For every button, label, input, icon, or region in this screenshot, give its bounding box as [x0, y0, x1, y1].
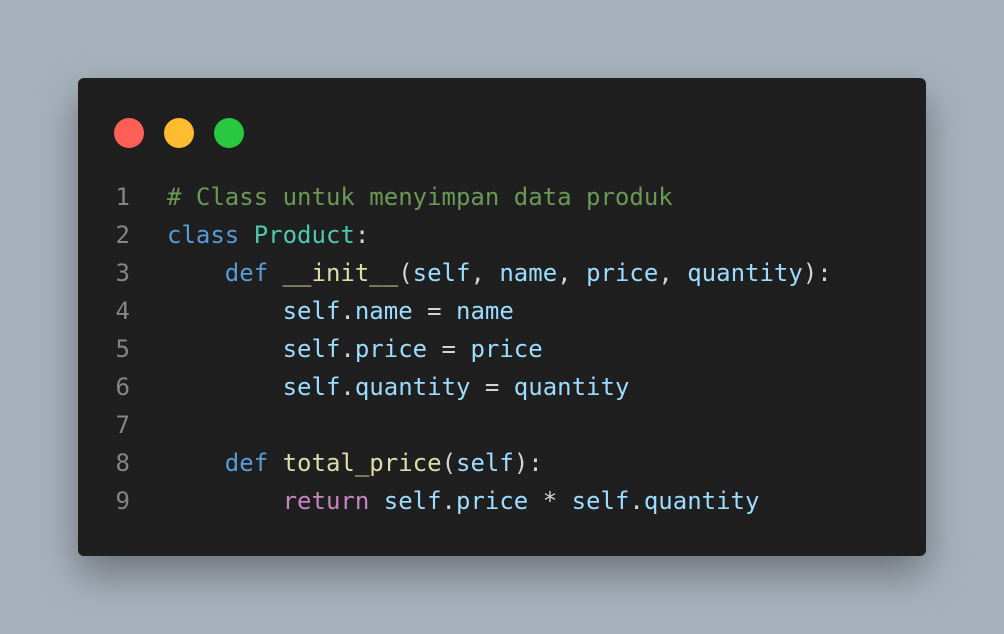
line-source: self.price = price — [167, 330, 543, 368]
code-token: self — [412, 259, 471, 287]
code-token: def — [224, 259, 269, 287]
line-number: 3 — [115, 259, 130, 287]
code-token: ( — [398, 259, 413, 287]
line-source: return self.price * self.quantity — [167, 482, 760, 520]
code-line: 2 class Product: — [78, 216, 926, 254]
line-source: def total_price(self): — [167, 444, 543, 482]
code-token: name — [354, 297, 413, 325]
code-token: Product — [253, 221, 355, 249]
line-source: self.name = name — [167, 292, 514, 330]
code-line: 8 def total_price(self): — [78, 444, 926, 482]
code-token: price — [470, 335, 543, 363]
line-source: self.quantity = quantity — [167, 368, 630, 406]
code-token: ): — [802, 259, 832, 287]
code-block: 1 # Class untuk menyimpan data produk 2 cla… — [78, 178, 926, 520]
line-number: 5 — [115, 335, 130, 363]
code-token: self — [282, 297, 341, 325]
line-number: 8 — [115, 449, 130, 477]
code-token: , — [470, 259, 500, 287]
code-token: quantity — [643, 487, 760, 515]
code-token: self — [456, 449, 514, 477]
code-token: . — [340, 373, 355, 401]
close-dot[interactable] — [114, 118, 144, 148]
code-token: * — [528, 487, 572, 515]
line-number: 7 — [115, 411, 130, 439]
code-token: = — [470, 373, 514, 401]
line-number: 2 — [115, 221, 130, 249]
line-number: 6 — [115, 373, 130, 401]
code-token: ): — [513, 449, 543, 477]
code-token: . — [340, 335, 355, 363]
code-token: = — [427, 335, 471, 363]
code-token: quantity — [687, 259, 803, 287]
window-controls — [114, 118, 244, 148]
code-token: price — [354, 335, 428, 363]
code-token: price — [586, 259, 659, 287]
code-token: quantity — [513, 373, 630, 401]
code-token: self — [571, 487, 630, 515]
line-number: 1 — [115, 183, 130, 211]
line-source: def __init__(self, name, price, quantity… — [167, 254, 832, 292]
code-token: name — [499, 259, 558, 287]
code-token: class — [167, 221, 240, 249]
code-token: self — [282, 335, 341, 363]
code-token: , — [658, 259, 688, 287]
code-line: 1 # Class untuk menyimpan data produk — [78, 178, 926, 216]
minimize-dot[interactable] — [164, 118, 194, 148]
code-token: ( — [441, 449, 457, 477]
code-token: . — [629, 487, 644, 515]
code-line: 9 return self.price * self.quantity — [78, 482, 926, 520]
code-token: , — [557, 259, 587, 287]
code-token: self — [282, 373, 341, 401]
code-line: 6 self.quantity = quantity — [78, 368, 926, 406]
code-token: = — [412, 297, 456, 325]
code-token: : — [354, 221, 370, 249]
code-token: self — [383, 487, 442, 515]
code-line: 4 self.name = name — [78, 292, 926, 330]
line-source: # Class untuk menyimpan data produk — [167, 178, 673, 216]
code-token: # Class untuk menyimpan data produk — [167, 183, 673, 211]
code-line: 7 — [78, 406, 926, 444]
maximize-dot[interactable] — [214, 118, 244, 148]
code-line: 3 def __init__(self, name, price, quanti… — [78, 254, 926, 292]
code-token: . — [441, 487, 456, 515]
code-token: __init__ — [282, 259, 399, 287]
code-token: def — [224, 449, 269, 477]
code-token: . — [340, 297, 355, 325]
code-token: price — [456, 487, 529, 515]
code-token: total_price — [282, 449, 442, 477]
line-number: 4 — [115, 297, 130, 325]
code-window: 1 # Class untuk menyimpan data produk 2 cla… — [78, 78, 926, 556]
code-line: 5 self.price = price — [78, 330, 926, 368]
line-number: 9 — [115, 487, 130, 515]
line-source: class Product: — [167, 216, 369, 254]
code-token: return — [282, 487, 370, 515]
code-token: quantity — [354, 373, 471, 401]
code-token: name — [456, 297, 514, 325]
